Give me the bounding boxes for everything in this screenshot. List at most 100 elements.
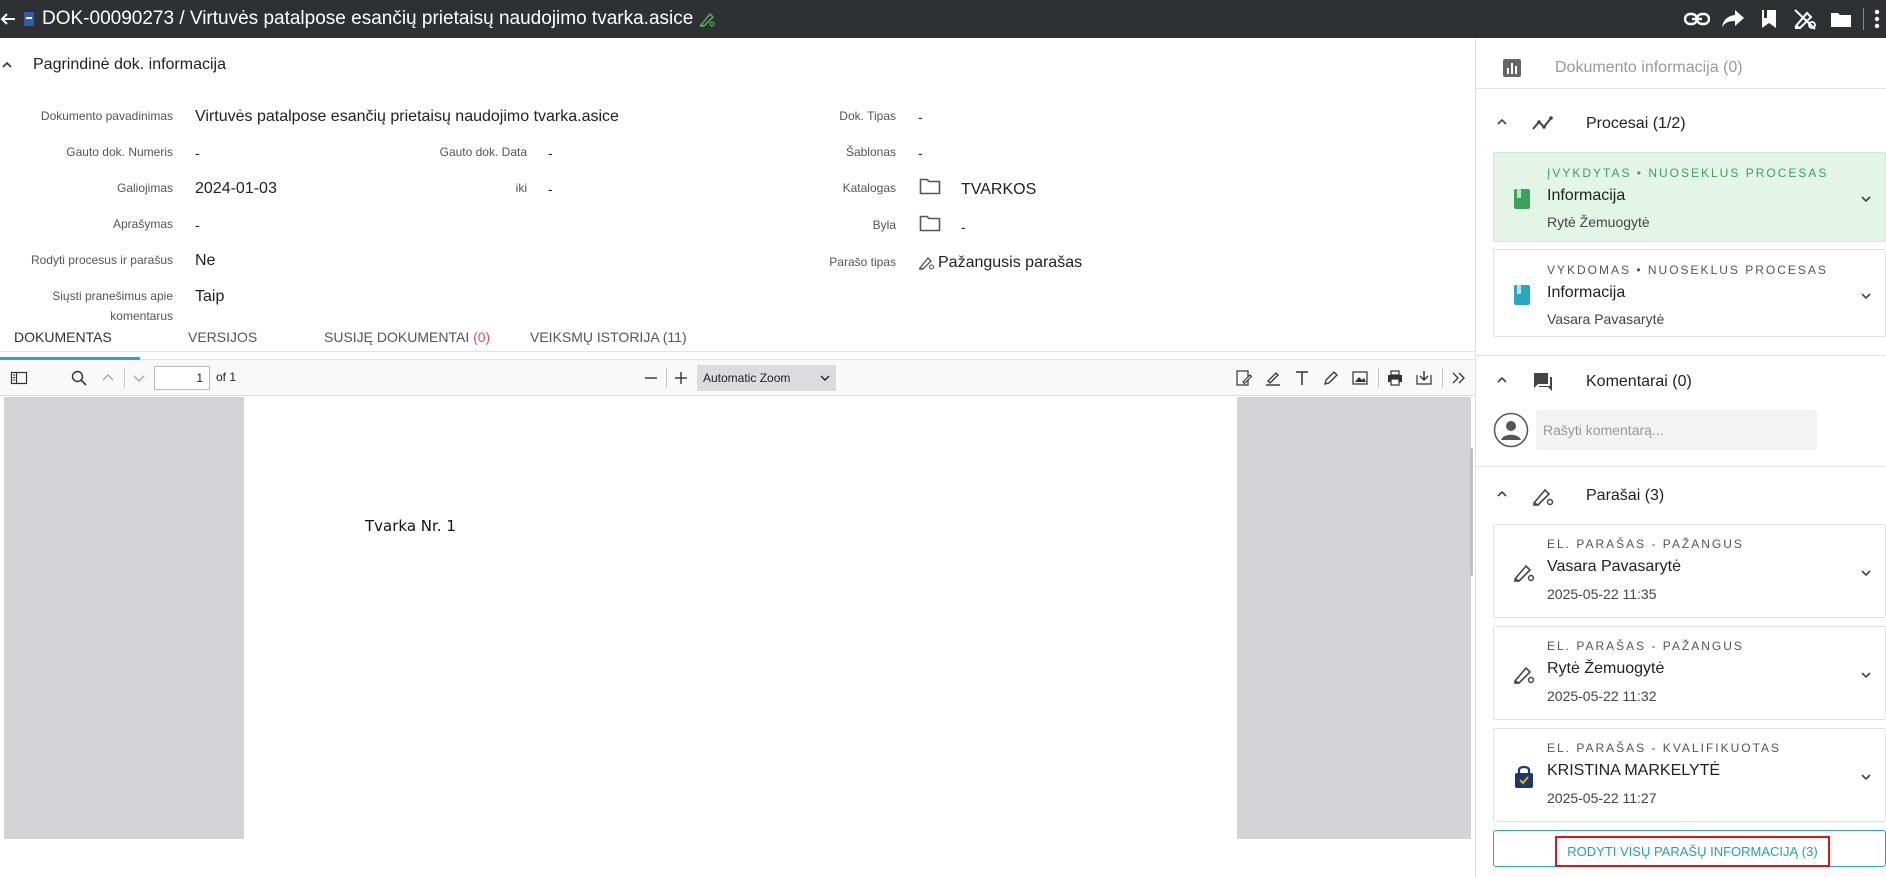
chevron-down-icon[interactable] [1860,669,1872,681]
toolbar-separator [666,368,667,388]
right-panel: Dokumento informacija (0) Procesai (1/2)… [1475,38,1886,877]
toolbar-separator [1442,368,1443,388]
doc-name-value: Virtuvės patalpose esančių prietaisų nau… [195,108,619,125]
chevron-up-icon[interactable] [99,369,117,387]
tab-related-label: SUSIJĘ DOKUMENTAI [324,329,470,345]
share-icon[interactable] [1715,0,1751,38]
pdf-page-text: Tvarka Nr. 1 [365,517,456,535]
double-chevron-right-icon[interactable] [1450,369,1468,387]
signature-edit-icon[interactable] [1235,369,1253,387]
zoom-in-icon[interactable] [672,369,690,387]
print-icon[interactable] [1386,369,1404,387]
bar-chart-icon [1500,56,1524,80]
process-card-in-progress[interactable]: VYKDOMAS • NUOSEKLUS PROCESAS Informacij… [1493,249,1886,337]
notify-label-line1: Siųsti pranešimus apie [52,289,173,303]
process-title: Informacija [1547,187,1626,204]
doc-info-header[interactable]: Dokumento informacija (0) [1555,59,1743,77]
tab-versijos[interactable]: VERSIJOS [188,314,257,360]
signature-icon [1512,662,1536,686]
zoom-out-icon[interactable] [642,369,660,387]
draw-icon[interactable] [1322,369,1340,387]
document-title: DOK-00090273 / Virtuvės patalpose esanči… [42,8,694,29]
zoom-select[interactable]: Automatic Zoom [697,365,836,391]
tab-dokumentas[interactable]: DOKUMENTAS [14,314,112,360]
case-label: Byla [872,218,896,232]
bookmark-icon [1512,284,1532,306]
process-title: Informacija [1547,284,1626,301]
signature-time: 2025-05-22 11:32 [1547,688,1657,704]
recv-number-value: - [195,145,200,161]
chevron-down-icon[interactable] [130,369,148,387]
recv-date-label: Gauto dok. Data [439,145,527,159]
comments-header[interactable]: Komentarai (0) [1586,373,1692,391]
panel-divider [1476,88,1886,89]
until-value: - [548,181,553,197]
page-number-input[interactable]: 1 [154,366,210,390]
doc-name-label: Dokumento pavadinimas [40,109,173,123]
signature-card[interactable]: EL. PARAŠAS - PAŽANGUS Rytė Žemuogytė 20… [1493,626,1886,720]
tab-action-history[interactable]: VEIKSMŲ ISTORIJA (11) [530,314,687,360]
notify-value: Taip [195,288,225,305]
template-value: - [918,145,923,161]
signature-type: EL. PARAŠAS - KVALIFIKUOTAS [1547,741,1782,755]
info-section-header[interactable]: Pagrindinė dok. informacija [0,56,226,74]
more-vert-icon[interactable] [1868,0,1886,38]
comment-row: Rašyti komentarą... [1493,410,1883,450]
pdf-toolbar: 1 of 1 Automatic Zoom [0,360,1475,396]
signatures-header[interactable]: Parašai (3) [1586,487,1664,505]
comment-input[interactable]: Rašyti komentarą... [1536,410,1817,450]
download-icon[interactable] [1415,369,1433,387]
chevron-up-icon[interactable] [1,59,13,71]
bookmark-icon[interactable] [1751,0,1787,38]
folder-icon [919,177,941,195]
search-icon[interactable] [70,369,88,387]
signature-card[interactable]: EL. PARAŠAS - KVALIFIKUOTAS KRISTINA MAR… [1493,728,1886,822]
pdf-page: Tvarka Nr. 1 [244,397,1237,839]
catalog-value[interactable]: TVARKOS [961,180,1036,200]
sign-off-icon[interactable] [1787,0,1823,38]
chevron-down-icon[interactable] [1860,567,1872,579]
toolbar-separator [1378,368,1379,388]
pdf-viewer[interactable]: Tvarka Nr. 1 [4,397,1471,839]
text-icon[interactable] [1293,369,1311,387]
pdf-scrollbar[interactable] [1470,448,1473,576]
doc-type-label: Dok. Tipas [839,109,896,123]
zoom-value: Automatic Zoom [703,371,791,385]
folder-icon[interactable] [1823,0,1859,38]
process-status: ĮVYKDYTAS • NUOSEKLUS PROCESAS [1547,166,1829,180]
chevron-down-icon [820,373,830,383]
chevron-up-icon[interactable] [1496,116,1508,128]
top-actions [1679,0,1886,38]
signature-icon [1512,560,1536,584]
signer-name: Vasara Pavasarytė [1547,558,1681,575]
chevron-down-icon[interactable] [1860,290,1872,302]
processes-header[interactable]: Procesai (1/2) [1586,115,1686,133]
show-all-signatures-button[interactable]: RODYTI VISŲ PARAŠŲ INFORMACIJĄ (3) [1493,830,1886,867]
signer-name: Rytė Žemuogytė [1547,660,1665,677]
description-value: - [195,217,200,233]
recv-date-value: - [548,145,553,161]
sidebar-toggle-icon[interactable] [10,369,28,387]
document-tabs: DOKUMENTAS VERSIJOS SUSIJĘ DOKUMENTAI (0… [0,314,1475,360]
chevron-up-icon[interactable] [1496,488,1508,500]
process-card-completed[interactable]: ĮVYKDYTAS • NUOSEKLUS PROCESAS Informaci… [1493,152,1886,242]
tab-related-documents[interactable]: SUSIJĘ DOKUMENTAI (0) [324,314,490,360]
tab-related-count: (0) [473,329,491,345]
chevron-down-icon[interactable] [1860,771,1872,783]
signature-card[interactable]: EL. PARAŠAS - PAŽANGUS Vasara Pavasarytė… [1493,524,1886,618]
panel-divider [1476,466,1886,467]
show-all-signatures-label: RODYTI VISŲ PARAŠŲ INFORMACIJĄ (3) [1555,836,1830,867]
process-person: Rytė Žemuogytė [1547,214,1650,230]
signature-icon [918,254,935,271]
qualified-lock-icon [1512,763,1536,789]
arrow-back-icon[interactable] [0,11,16,27]
top-actions-divider [1863,8,1864,30]
image-icon[interactable] [1351,369,1369,387]
chevron-down-icon[interactable] [1860,193,1872,205]
sig-type-value: Pažangusis parašas [938,254,1083,271]
chevron-up-icon[interactable] [1496,374,1508,386]
show-processes-value: Ne [195,252,216,269]
link-icon[interactable] [1679,0,1715,38]
until-label: iki [515,181,527,195]
highlight-icon[interactable] [1264,369,1282,387]
